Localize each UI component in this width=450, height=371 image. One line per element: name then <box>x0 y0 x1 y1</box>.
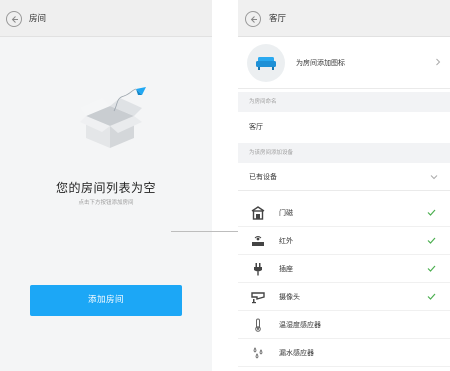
device-name: 红外 <box>279 237 293 245</box>
check-icon <box>427 265 436 272</box>
page-title: 房间 <box>29 14 47 24</box>
empty-state-hint: 点击下方按钮添加房间 <box>78 200 134 206</box>
device-row-thermometer[interactable]: 温湿度感应器 <box>238 311 450 339</box>
back-button[interactable] <box>245 11 261 27</box>
check-icon <box>427 293 436 300</box>
add-room-button[interactable]: 添加房间 <box>30 285 182 316</box>
device-name: 摄像头 <box>279 293 300 301</box>
check-icon <box>427 237 436 244</box>
top-bar: 客厅 <box>238 0 450 37</box>
check-icon <box>427 209 436 216</box>
device-name: 门磁 <box>279 209 293 217</box>
device-name: 温湿度感应器 <box>279 321 321 329</box>
infrared-icon <box>252 236 264 246</box>
room-icon-preview <box>247 44 285 82</box>
device-name: 插座 <box>279 265 293 273</box>
device-row-socket[interactable]: 插座 <box>238 255 450 283</box>
name-section-header: 为房间命名 <box>238 92 450 112</box>
door-sensor-icon <box>251 206 265 220</box>
page-title: 客厅 <box>269 14 287 24</box>
existing-devices-dropdown[interactable]: 已有设备 <box>238 163 450 191</box>
add-room-icon-row[interactable]: 为房间添加图标 <box>238 37 450 89</box>
back-arrow-icon <box>11 16 18 23</box>
device-row-water-leak[interactable]: 漏水感应器 <box>238 339 450 367</box>
device-row-door-sensor[interactable]: 门磁 <box>238 199 450 227</box>
device-row-infrared[interactable]: 红外 <box>238 227 450 255</box>
top-bar: 房间 <box>0 0 212 37</box>
camera-icon <box>251 292 265 304</box>
chevron-down-icon <box>430 175 438 180</box>
devices-section-header: 为该房间添加设备 <box>238 143 450 163</box>
right-screen: 客厅 为房间添加图标 为房间命名 客厅 为该房间添加设备 已有设备 门磁 红外 … <box>238 0 450 371</box>
device-row-camera[interactable]: 摄像头 <box>238 283 450 311</box>
thermometer-icon <box>255 318 261 332</box>
back-button[interactable] <box>6 11 22 27</box>
left-screen: 房间 您的房间列表为空 点击下方按钮添加房间 添加房间 <box>0 0 212 371</box>
add-icon-label: 为房间添加图标 <box>296 59 345 67</box>
sofa-icon <box>256 57 276 70</box>
empty-box-icon <box>80 87 146 148</box>
room-name-field[interactable]: 客厅 <box>238 114 450 140</box>
existing-devices-label: 已有设备 <box>249 173 277 181</box>
device-name: 漏水感应器 <box>279 349 314 357</box>
empty-state-title: 您的房间列表为空 <box>55 181 156 195</box>
back-arrow-icon <box>250 16 257 23</box>
socket-icon <box>254 263 262 276</box>
chevron-right-icon <box>436 58 441 66</box>
water-leak-icon <box>253 347 263 359</box>
